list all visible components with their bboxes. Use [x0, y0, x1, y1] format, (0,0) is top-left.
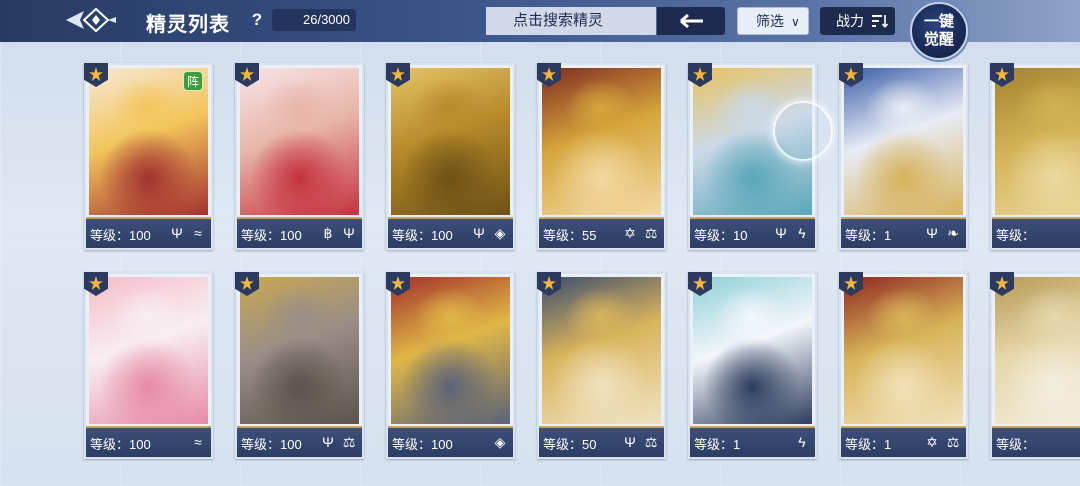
level-label: 等级：1 [845, 437, 892, 452]
sprite-card[interactable]: 等级：100 ≈ [84, 272, 213, 459]
element-icons: Ψ ≈ [168, 224, 207, 242]
star-icon: ✡ [926, 434, 938, 450]
sprite-card[interactable]: 等级：1 Ψ ❧ [839, 63, 968, 250]
level-label: 等级：100 [392, 228, 453, 243]
card-info-bar: 等级：100 Ψ ◈ [388, 217, 513, 248]
element-icons: Ψ ◈ [470, 224, 509, 242]
card-info-bar: 等级：50 Ψ ⚖ [539, 426, 664, 457]
scale-icon: ⚖ [946, 434, 960, 450]
sprite-card[interactable]: 等级：100 ◈ [386, 272, 515, 459]
level-label: 等级：10 [694, 228, 748, 243]
sprite-portrait [391, 68, 510, 215]
wave-icon: ≈ [194, 434, 202, 450]
level-label: 等级：1 [845, 228, 892, 243]
element-icons: Ψ ⚖ [319, 433, 358, 451]
sprite-portrait [240, 277, 359, 424]
card-info-bar: 等级：1 Ψ ❧ [841, 217, 966, 248]
sprite-portrait [542, 277, 661, 424]
card-info-bar: 等级： [992, 426, 1080, 457]
shield-icon: ◈ [494, 434, 506, 450]
sprite-portrait [240, 68, 359, 215]
swirl-icon: ฿ [323, 225, 333, 241]
element-icons: ≈ [189, 433, 207, 451]
sprite-card[interactable]: 等级： [990, 63, 1080, 250]
level-label: 等级：50 [543, 437, 597, 452]
sprite-card[interactable]: 等级：100 Ψ ⚖ [235, 272, 364, 459]
card-info-bar: 等级：10 Ψϟ [690, 217, 815, 248]
element-icons: Ψ ⚖ [621, 433, 660, 451]
formation-badge: 阵 [183, 71, 203, 91]
trident-icon: Ψ [473, 225, 485, 241]
lightning-icon: ϟ [798, 225, 806, 241]
trident-icon: Ψ [322, 434, 334, 450]
element-icons: Ψ ❧ [923, 224, 962, 242]
element-icons: ϟ [793, 433, 811, 451]
level-label: 等级： [996, 228, 1036, 243]
card-info-bar: 等级：100 ≈ [86, 426, 211, 457]
selection-glow [773, 101, 833, 161]
sprite-portrait [89, 277, 208, 424]
trident-icon: Ψ [926, 225, 938, 241]
trident-icon: Ψ [624, 434, 636, 450]
level-label: 等级： [996, 437, 1036, 452]
card-info-bar: 等级：55 ✡ ⚖ [539, 217, 664, 248]
card-info-bar: 等级：100 ฿ Ψ [237, 217, 362, 248]
sprite-card[interactable]: 等级：100 ฿ Ψ [235, 63, 364, 250]
sprite-card[interactable]: 等级：50 Ψ ⚖ [537, 272, 666, 459]
sprite-card[interactable]: 等级：55 ✡ ⚖ [537, 63, 666, 250]
element-icons: ✡ ⚖ [923, 433, 962, 451]
sprite-portrait [844, 68, 963, 215]
level-label: 等级：55 [543, 228, 597, 243]
trident-icon: Ψ [171, 225, 183, 241]
trident-icon: Ψ [775, 225, 787, 241]
shield-icon: ◈ [494, 225, 506, 241]
card-info-bar: 等级：100 Ψ ≈ [86, 217, 211, 248]
sprite-card[interactable]: 等级：1 ϟ [688, 272, 817, 459]
level-label: 等级：100 [90, 437, 151, 452]
element-icons: ◈ [491, 433, 509, 451]
sprite-card[interactable]: 等级：1 ✡ ⚖ [839, 272, 968, 459]
level-label: 等级：100 [241, 437, 302, 452]
lightning-icon: ϟ [798, 434, 806, 450]
level-label: 等级：1 [694, 437, 741, 452]
level-label: 等级：100 [392, 437, 453, 452]
card-info-bar: 等级：1 ✡ ⚖ [841, 426, 966, 457]
sprite-portrait [844, 277, 963, 424]
sprite-portrait [995, 277, 1080, 424]
scale-icon: ⚖ [644, 434, 658, 450]
card-info-bar: 等级：100 ◈ [388, 426, 513, 457]
sprite-portrait [391, 277, 510, 424]
sprite-card[interactable]: 等级：100 Ψ ◈ [386, 63, 515, 250]
element-icons: ฿ Ψ [319, 224, 358, 242]
star-icon: ✡ [624, 225, 636, 241]
card-info-bar: 等级：100 Ψ ⚖ [237, 426, 362, 457]
sprite-portrait [542, 68, 661, 215]
element-icons: Ψϟ [772, 224, 811, 242]
card-info-bar: 等级：1 ϟ [690, 426, 815, 457]
sprite-card[interactable]: 等级：10 Ψϟ [688, 63, 833, 250]
trident-icon: Ψ [343, 225, 355, 241]
level-label: 等级：100 [241, 228, 302, 243]
wave-icon: ≈ [194, 225, 202, 241]
level-label: 等级：100 [90, 228, 151, 243]
sprite-portrait [995, 68, 1080, 215]
element-icons: ✡ ⚖ [621, 224, 660, 242]
card-info-bar: 等级： [992, 217, 1080, 248]
wing-icon: ❧ [947, 225, 959, 241]
scale-icon: ⚖ [644, 225, 658, 241]
sprite-card[interactable]: 阵等级：100 Ψ ≈ [84, 63, 213, 250]
scale-icon: ⚖ [342, 434, 356, 450]
sprite-grid: 阵等级：100 Ψ ≈ 等级：100 ฿ Ψ 等级：100 Ψ ◈ 等级：55 ✡ ⚖ 等级：10 Ψϟ 等… [0, 0, 1080, 486]
sprite-portrait [693, 277, 812, 424]
sprite-card[interactable]: 等级： [990, 272, 1080, 459]
